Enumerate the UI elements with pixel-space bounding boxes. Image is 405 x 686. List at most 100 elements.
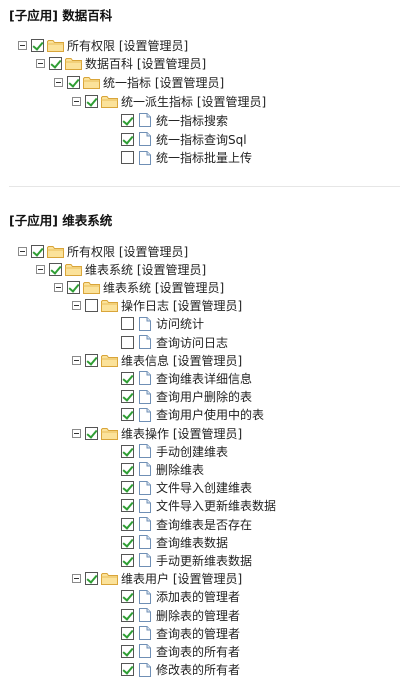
tree-node-label[interactable]: 所有权限 [设置管理员] (67, 37, 188, 54)
permission-checkbox[interactable] (121, 608, 134, 622)
collapse-toggle-icon[interactable] (18, 40, 27, 50)
tree-node[interactable]: 删除表的管理者 (108, 606, 240, 624)
tree-node-label[interactable]: 操作日志 [设置管理员] (121, 297, 242, 314)
tree-node-label[interactable]: 查询访问日志 (156, 334, 228, 351)
permission-checkbox[interactable] (31, 244, 44, 258)
permission-checkbox[interactable] (121, 535, 134, 549)
permission-checkbox[interactable] (121, 444, 134, 458)
permission-checkbox[interactable] (121, 408, 134, 422)
tree-node[interactable]: 维表用户 [设置管理员] (72, 570, 242, 588)
tree-node-label[interactable]: 维表操作 [设置管理员] (121, 425, 242, 442)
permission-checkbox[interactable] (67, 76, 80, 90)
tree-node[interactable]: 维表系统 [设置管理员] (54, 278, 224, 296)
permission-checkbox[interactable] (121, 663, 134, 677)
tree-node-label[interactable]: 删除表的管理者 (156, 607, 240, 624)
tree-node-label[interactable]: 统一派生指标 [设置管理员] (121, 93, 266, 110)
collapse-toggle-icon[interactable] (72, 574, 81, 584)
permission-checkbox[interactable] (85, 299, 98, 313)
permission-checkbox[interactable] (49, 262, 62, 276)
tree-node-label[interactable]: 统一指标 [设置管理员] (103, 74, 224, 91)
tree-node-label[interactable]: 查询维表详细信息 (156, 370, 252, 387)
tree-node[interactable]: 查询表的所有者 (108, 642, 240, 660)
tree-node[interactable]: 删除维表 (108, 460, 204, 478)
permission-checkbox[interactable] (31, 38, 44, 52)
tree-node-label[interactable]: 查询用户删除的表 (156, 388, 252, 405)
permission-checkbox[interactable] (67, 280, 80, 294)
tree-node-label[interactable]: 维表系统 [设置管理员] (85, 261, 206, 278)
tree-node[interactable]: 查询维表数据 (108, 533, 228, 551)
tree-node[interactable]: 访问统计 (108, 315, 204, 333)
tree-node[interactable]: 查询维表详细信息 (108, 369, 252, 387)
tree-node[interactable]: 查询表的管理者 (108, 624, 240, 642)
permission-checkbox[interactable] (121, 626, 134, 640)
tree-node[interactable]: 所有权限 [设置管理员] (18, 242, 188, 260)
tree-node-label[interactable]: 维表信息 [设置管理员] (121, 352, 242, 369)
permission-checkbox[interactable] (121, 132, 134, 146)
tree-node[interactable]: 统一指标搜索 (108, 111, 228, 129)
tree-node[interactable]: 统一指标批量上传 (108, 149, 252, 167)
tree-node-label[interactable]: 维表用户 [设置管理员] (121, 570, 242, 587)
tree-node-label[interactable]: 数据百科 [设置管理员] (85, 55, 206, 72)
permission-checkbox[interactable] (121, 371, 134, 385)
tree-node[interactable]: 统一派生指标 [设置管理员] (72, 92, 266, 110)
tree-node-label[interactable]: 查询表的所有者 (156, 643, 240, 660)
permission-checkbox[interactable] (85, 353, 98, 367)
tree-node-label[interactable]: 查询用户使用中的表 (156, 406, 264, 423)
tree-node[interactable]: 查询用户使用中的表 (108, 406, 264, 424)
tree-node-label[interactable]: 统一指标批量上传 (156, 149, 252, 166)
collapse-toggle-icon[interactable] (18, 246, 27, 256)
permission-checkbox[interactable] (121, 590, 134, 604)
collapse-toggle-icon[interactable] (54, 78, 63, 88)
tree-node-label[interactable]: 所有权限 [设置管理员] (67, 243, 188, 260)
tree-node-label[interactable]: 查询维表数据 (156, 534, 228, 551)
tree-node-label[interactable]: 查询表的管理者 (156, 625, 240, 642)
collapse-toggle-icon[interactable] (54, 282, 63, 292)
tree-node[interactable]: 维表信息 [设置管理员] (72, 351, 242, 369)
tree-node-label[interactable]: 删除维表 (156, 461, 204, 478)
tree-node[interactable]: 查询访问日志 (108, 333, 228, 351)
tree-node-label[interactable]: 维表系统 [设置管理员] (103, 279, 224, 296)
permission-checkbox[interactable] (121, 481, 134, 495)
permission-checkbox[interactable] (121, 335, 134, 349)
permission-checkbox[interactable] (85, 572, 98, 586)
permission-checkbox[interactable] (121, 317, 134, 331)
tree-node-label[interactable]: 修改表的所有者 (156, 661, 240, 678)
collapse-toggle-icon[interactable] (36, 59, 45, 69)
tree-node-label[interactable]: 统一指标查询Sql (156, 131, 247, 148)
tree-node-label[interactable]: 文件导入更新维表数据 (156, 497, 276, 514)
tree-node-label[interactable]: 查询维表是否存在 (156, 516, 252, 533)
tree-node-label[interactable]: 访问统计 (156, 315, 204, 332)
tree-node[interactable]: 所有权限 [设置管理员] (18, 36, 188, 54)
permission-checkbox[interactable] (121, 113, 134, 127)
permission-checkbox[interactable] (85, 94, 98, 108)
tree-node[interactable]: 修改表的所有者 (108, 661, 240, 679)
tree-node[interactable]: 文件导入更新维表数据 (108, 497, 276, 515)
tree-node[interactable]: 统一指标 [设置管理员] (54, 74, 224, 92)
collapse-toggle-icon[interactable] (72, 96, 81, 106)
tree-node[interactable]: 统一指标查询Sql (108, 130, 247, 148)
permission-checkbox[interactable] (121, 644, 134, 658)
collapse-toggle-icon[interactable] (36, 264, 45, 274)
permission-checkbox[interactable] (121, 151, 134, 165)
tree-node-label[interactable]: 添加表的管理者 (156, 588, 240, 605)
permission-checkbox[interactable] (121, 517, 134, 531)
tree-node[interactable]: 操作日志 [设置管理员] (72, 297, 242, 315)
permission-checkbox[interactable] (49, 57, 62, 71)
tree-node[interactable]: 查询用户删除的表 (108, 388, 252, 406)
collapse-toggle-icon[interactable] (72, 355, 81, 365)
tree-node[interactable]: 查询维表是否存在 (108, 515, 252, 533)
tree-node-label[interactable]: 手动创建维表 (156, 443, 228, 460)
tree-node[interactable]: 数据百科 [设置管理员] (36, 55, 206, 73)
tree-node[interactable]: 添加表的管理者 (108, 588, 240, 606)
collapse-toggle-icon[interactable] (72, 301, 81, 311)
tree-node[interactable]: 手动更新维表数据 (108, 551, 252, 569)
tree-node-label[interactable]: 文件导入创建维表 (156, 479, 252, 496)
tree-node-label[interactable]: 统一指标搜索 (156, 112, 228, 129)
tree-node[interactable]: 维表系统 [设置管理员] (36, 260, 206, 278)
permission-checkbox[interactable] (121, 553, 134, 567)
permission-checkbox[interactable] (121, 499, 134, 513)
permission-checkbox[interactable] (85, 426, 98, 440)
tree-node[interactable]: 维表操作 [设置管理员] (72, 424, 242, 442)
permission-checkbox[interactable] (121, 390, 134, 404)
permission-checkbox[interactable] (121, 462, 134, 476)
